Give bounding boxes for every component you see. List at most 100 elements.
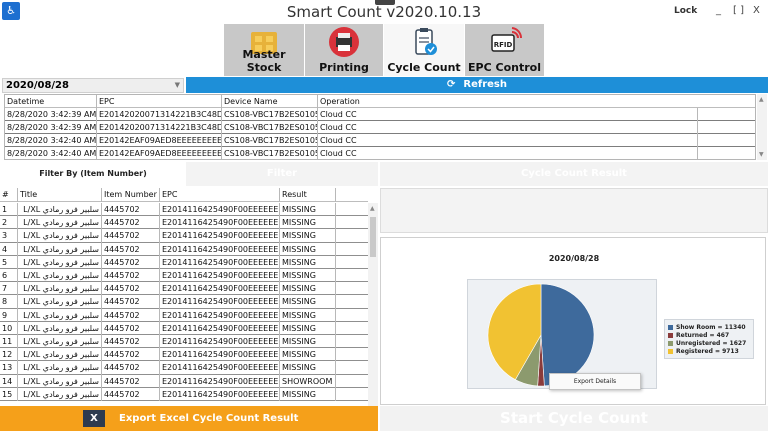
excel-icon: X bbox=[83, 410, 105, 427]
table-row[interactable]: 1 سلبير فرو رمادي L/XL 4445702 E20141164254… bbox=[0, 203, 368, 217]
legend-swatch bbox=[668, 341, 673, 346]
table-cell-empty bbox=[336, 388, 368, 402]
table-cell: MISSING bbox=[280, 321, 336, 335]
table-row[interactable]: 8 سلبير فرو رمادي L/XL 4445702 E20141164254… bbox=[0, 295, 368, 309]
table-cell: Cloud CC bbox=[318, 134, 698, 147]
scroll-up-icon[interactable]: ▲ bbox=[759, 96, 764, 103]
table-row[interactable]: 8/28/2020 3:42:40 AM E20142EAF09AED8EEEEE… bbox=[5, 134, 755, 147]
legend-label: Registered = 9713 bbox=[676, 348, 739, 355]
table-cell: 8/28/2020 3:42:39 AM bbox=[7, 108, 97, 121]
table-cell: E2014116425490F00EEEEEEE bbox=[160, 269, 280, 283]
filter-button[interactable]: Filter bbox=[186, 162, 378, 186]
table-cell: سلبير فرو رمادي L/XL bbox=[18, 374, 102, 388]
lock-button[interactable]: Lock bbox=[674, 6, 697, 16]
column-header[interactable]: Item Number bbox=[102, 188, 160, 202]
table-cell: E20142EAF09AED8EEEEEEEEE bbox=[99, 147, 222, 159]
export-details-menu-item[interactable]: Export Details bbox=[549, 373, 641, 390]
table-row[interactable]: 10 سلبير فرو رمادي L/XL 4445702 E2014116425… bbox=[0, 321, 368, 335]
table-cell: سلبير فرو رمادي L/XL bbox=[18, 269, 102, 283]
table-cell: 9 bbox=[0, 308, 18, 322]
table-cell: 7 bbox=[0, 282, 18, 296]
pie-slice-show-room[interactable] bbox=[540, 283, 595, 387]
table-cell: E2014116425490F00EEEEEEE bbox=[160, 282, 280, 296]
table-cell: 8 bbox=[0, 295, 18, 309]
table-cell: سلبير فرو رمادي L/XL bbox=[18, 348, 102, 362]
table-cell-empty bbox=[336, 216, 368, 230]
table-row[interactable]: 12 سلبير فرو رمادي L/XL 4445702 E2014116425… bbox=[0, 348, 368, 362]
table-row[interactable]: 6 سلبير فرو رمادي L/XL 4445702 E20141164254… bbox=[0, 269, 368, 283]
table-cell: 4445702 bbox=[102, 229, 160, 243]
table-cell: E20142020071314221B3C48D bbox=[99, 121, 222, 134]
printer-icon bbox=[329, 27, 359, 57]
tab-printing[interactable]: Printing bbox=[305, 24, 383, 76]
table-row[interactable]: 5 سلبير فرو رمادي L/XL 4445702 E20141164254… bbox=[0, 255, 368, 269]
legend-item: Unregistered = 1627 bbox=[668, 340, 750, 348]
table-cell: 15 bbox=[0, 387, 18, 401]
table-cell: سلبير فرو رمادي L/XL bbox=[18, 335, 102, 349]
table-cell: 4445702 bbox=[102, 255, 160, 269]
table-cell: 14 bbox=[0, 374, 18, 388]
svg-text:RFID: RFID bbox=[493, 41, 512, 49]
column-header[interactable]: EPC bbox=[160, 188, 280, 202]
start-cycle-count-button[interactable]: Start Cycle Count bbox=[380, 406, 768, 431]
table-row[interactable]: 13 سلبير فرو رمادي L/XL 4445702 E2014116425… bbox=[0, 361, 368, 375]
table-cell: SHOWROOM bbox=[280, 374, 336, 388]
table-row[interactable]: 11 سلبير فرو رمادي L/XL 4445702 E2014116425… bbox=[0, 335, 368, 349]
legend-swatch bbox=[668, 349, 673, 354]
table-row[interactable]: 15 سلبير فرو رمادي L/XL 4445702 E2014116425… bbox=[0, 387, 368, 402]
table-row[interactable]: 14 سلبير فرو رمادي L/XL 4445702 E2014116425… bbox=[0, 374, 368, 388]
column-header[interactable]: Title bbox=[18, 188, 102, 202]
maximize-button[interactable]: [ ] bbox=[733, 5, 744, 16]
table-cell: E2014116425490F00EEEEEEE bbox=[160, 203, 280, 217]
table-row[interactable]: 8/28/2020 3:42:39 AM E20142020071314221B3… bbox=[5, 108, 755, 121]
minimize-button[interactable]: _ bbox=[716, 5, 721, 16]
column-header[interactable]: EPC bbox=[97, 95, 222, 108]
export-excel-button[interactable]: X Export Excel Cycle Count Result bbox=[0, 406, 378, 431]
column-header[interactable]: Datetime bbox=[5, 95, 97, 108]
column-header[interactable]: Device Name bbox=[222, 95, 318, 108]
table-row[interactable]: 3 سلبير فرو رمادي L/XL 4445702 E20141164254… bbox=[0, 229, 368, 243]
table-cell: 10 bbox=[0, 321, 18, 335]
tab-label: Printing bbox=[319, 61, 369, 74]
date-picker[interactable]: 2020/08/28 ▼ bbox=[2, 78, 184, 93]
table-cell: 4445702 bbox=[102, 269, 160, 283]
table-cell: MISSING bbox=[280, 242, 336, 256]
table-cell: E2014116425490F00EEEEEEE bbox=[160, 216, 280, 230]
legend-label: Returned = 467 bbox=[676, 332, 730, 339]
table-row[interactable]: 7 سلبير فرو رمادي L/XL 4445702 E20141164254… bbox=[0, 282, 368, 296]
table-cell: 8/28/2020 3:42:40 AM bbox=[7, 147, 97, 159]
tab-master-stock[interactable]: Master Stock bbox=[224, 24, 304, 76]
items-scrollbar[interactable]: ▲ bbox=[368, 203, 378, 406]
column-header[interactable]: Result bbox=[280, 188, 336, 202]
scroll-thumb[interactable] bbox=[370, 217, 376, 257]
legend-label: Unregistered = 1627 bbox=[676, 340, 747, 347]
close-button[interactable]: X bbox=[753, 5, 760, 16]
tab-epc-control[interactable]: RFID EPC Control bbox=[465, 24, 544, 76]
scroll-up-icon[interactable]: ▲ bbox=[370, 205, 375, 212]
table-row[interactable]: 2 سلبير فرو رمادي L/XL 4445702 E20141164254… bbox=[0, 216, 368, 230]
table-cell: MISSING bbox=[280, 335, 336, 349]
table-cell: 11 bbox=[0, 335, 18, 349]
table-row[interactable]: 8/28/2020 3:42:39 AM E20142020071314221B3… bbox=[5, 121, 755, 134]
table-cell: Cloud CC bbox=[318, 121, 698, 134]
table-row[interactable]: 9 سلبير فرو رمادي L/XL 4445702 E20141164254… bbox=[0, 308, 368, 322]
table-cell: 4445702 bbox=[102, 216, 160, 230]
table-row[interactable]: 4 سلبير فرو رمادي L/XL 4445702 E20141164254… bbox=[0, 242, 368, 256]
table-cell: سلبير فرو رمادي L/XL bbox=[18, 229, 102, 243]
table-cell: Cloud CC bbox=[318, 108, 698, 121]
table-cell: 3 bbox=[0, 229, 18, 243]
refresh-button[interactable]: ⟳ Refresh bbox=[186, 77, 768, 93]
table-cell: سلبير فرو رمادي L/XL bbox=[18, 203, 102, 217]
table-cell: سلبير فرو رمادي L/XL bbox=[18, 361, 102, 375]
column-header[interactable]: # bbox=[0, 188, 18, 202]
table-row[interactable]: 8/28/2020 3:42:40 AM E20142EAF09AED8EEEEE… bbox=[5, 147, 755, 159]
scan-log-scrollbar[interactable]: ▲ ▼ bbox=[757, 94, 767, 160]
legend-item: Registered = 9713 bbox=[668, 348, 750, 356]
tab-cycle-count[interactable]: Cycle Count bbox=[384, 24, 464, 76]
scroll-down-icon[interactable]: ▼ bbox=[759, 151, 764, 158]
legend-item: Show Room = 11340 bbox=[668, 324, 750, 332]
column-header[interactable]: Operation bbox=[318, 95, 378, 108]
date-value: 2020/08/28 bbox=[6, 80, 69, 91]
cycle-count-result-button[interactable]: Cycle Count Result bbox=[380, 162, 768, 186]
table-cell-empty bbox=[336, 295, 368, 309]
